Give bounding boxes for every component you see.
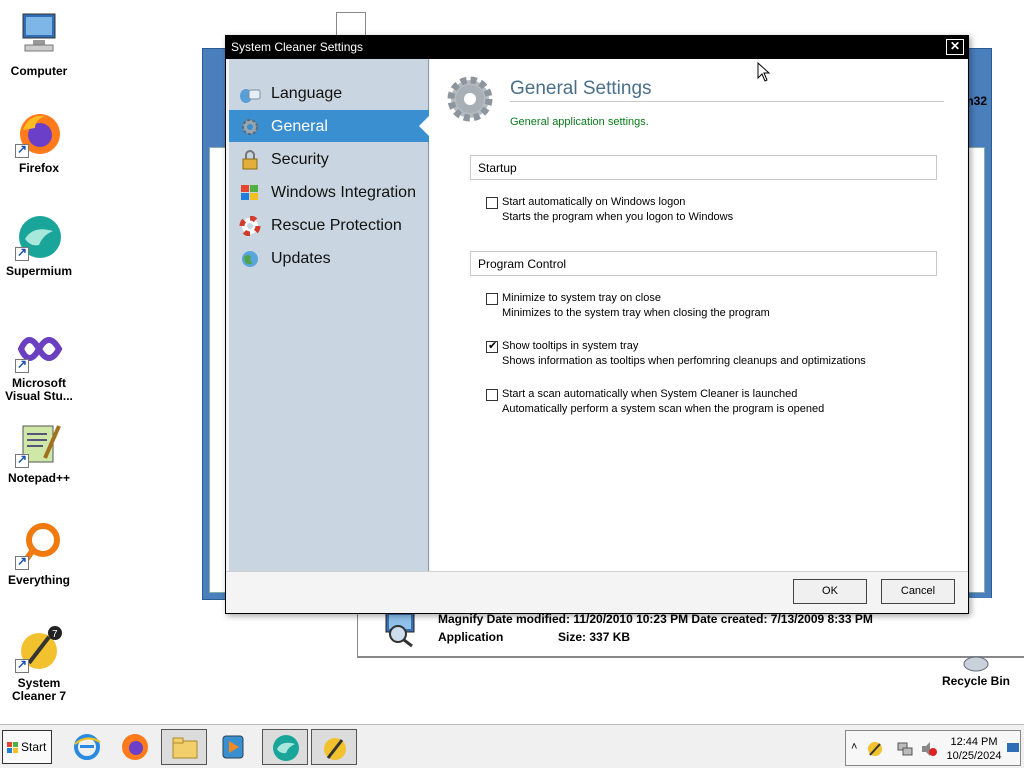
ok-button[interactable]: OK bbox=[793, 579, 867, 604]
show-desktop-icon[interactable] bbox=[1006, 741, 1020, 755]
sidebar-item-updates[interactable]: Updates bbox=[229, 242, 429, 274]
settings-dialog: System Cleaner Settings ✕ Language Gener… bbox=[225, 35, 969, 614]
taskbar-ie[interactable] bbox=[64, 729, 110, 765]
clock[interactable]: 12:44 PM 10/25/2024 bbox=[944, 735, 1004, 763]
desktop-icon-computer[interactable]: Computer bbox=[0, 10, 78, 78]
taskbar-media-player[interactable] bbox=[210, 729, 256, 765]
sidebar-item-label: Updates bbox=[271, 250, 331, 267]
cancel-button[interactable]: Cancel bbox=[881, 579, 955, 604]
system-cleaner-tray-icon[interactable] bbox=[866, 740, 884, 758]
desktop-icon-recycle-bin[interactable]: Recycle Bin bbox=[936, 655, 1016, 688]
desktop-icon-firefox[interactable]: Firefox bbox=[0, 110, 78, 175]
desktop-icon-system-cleaner[interactable]: 7 System Cleaner 7 bbox=[0, 625, 78, 703]
supermium-icon bbox=[273, 735, 299, 761]
taskbar: Start ˄ 12:44 PM 10/25/2024 bbox=[0, 724, 1024, 768]
option-label: Start a scan automatically when System C… bbox=[502, 388, 798, 400]
shortcut-arrow-icon bbox=[15, 357, 29, 373]
sidebar-item-label: Rescue Protection bbox=[271, 217, 402, 234]
sidebar-item-security[interactable]: Security bbox=[229, 143, 429, 175]
volume-muted-icon[interactable] bbox=[920, 740, 938, 758]
auto-scan-checkbox[interactable] bbox=[486, 389, 498, 401]
internet-explorer-icon bbox=[74, 734, 101, 760]
language-icon bbox=[240, 89, 261, 103]
gear-icon bbox=[242, 119, 258, 135]
shortcut-arrow-icon bbox=[15, 245, 29, 261]
desktop-icon-visual-studio[interactable]: Microsoft Visual Stu... bbox=[0, 325, 80, 403]
document-icon[interactable] bbox=[336, 12, 366, 36]
shortcut-arrow-icon bbox=[15, 657, 29, 673]
system-tray: ˄ 12:44 PM 10/25/2024 bbox=[845, 730, 1021, 766]
dialog-titlebar[interactable]: System Cleaner Settings ✕ bbox=[226, 36, 968, 59]
clock-time: 12:44 PM bbox=[950, 736, 998, 748]
group-header-program-control: Program Control bbox=[470, 251, 937, 276]
svg-text:7: 7 bbox=[52, 629, 58, 640]
recycle-bin-icon bbox=[963, 656, 989, 672]
computer-icon bbox=[22, 13, 56, 52]
sidebar-item-label: Language bbox=[271, 85, 343, 102]
title-divider bbox=[510, 101, 944, 102]
dialog-footer: OK Cancel bbox=[226, 571, 968, 613]
tooltips-checkbox[interactable] bbox=[486, 339, 498, 353]
sidebar-item-rescue-protection[interactable]: Rescue Protection bbox=[229, 209, 429, 241]
taskbar-system-cleaner[interactable] bbox=[311, 729, 357, 765]
autostart-checkbox[interactable] bbox=[486, 197, 498, 209]
sidebar-item-language[interactable]: Language bbox=[229, 77, 429, 109]
folder-icon bbox=[172, 737, 198, 759]
sidebar-item-label: Windows Integration bbox=[271, 184, 416, 201]
start-button[interactable]: Start bbox=[2, 730, 52, 764]
page-subtitle: General application settings. bbox=[510, 116, 649, 128]
sidebar-item-general[interactable]: General bbox=[229, 110, 430, 142]
firefox-icon bbox=[122, 734, 148, 760]
option-description: Automatically perform a system scan when… bbox=[502, 403, 825, 415]
group-label: Startup bbox=[478, 161, 517, 175]
taskbar-explorer[interactable] bbox=[161, 729, 207, 765]
option-label: Start automatically on Windows logon bbox=[502, 196, 686, 208]
lock-icon bbox=[242, 150, 258, 170]
sidebar-item-windows-integration[interactable]: Windows Integration bbox=[229, 176, 429, 208]
mouse-cursor-icon bbox=[757, 62, 771, 82]
start-label: Start bbox=[21, 740, 47, 754]
system-cleaner-icon bbox=[324, 738, 346, 760]
desktop-icon-notepadpp[interactable]: Notepad++ bbox=[0, 420, 78, 485]
windows-icon bbox=[241, 185, 258, 200]
group-label: Program Control bbox=[478, 257, 567, 271]
sidebar-item-label: General bbox=[271, 118, 328, 135]
clock-date: 10/25/2024 bbox=[946, 750, 1002, 762]
windows-flag-icon bbox=[7, 742, 18, 753]
show-hidden-icons-chevron-icon[interactable]: ˄ bbox=[851, 741, 857, 753]
shortcut-arrow-icon bbox=[15, 554, 29, 570]
magnify-icon bbox=[385, 611, 415, 648]
desktop-icon-everything[interactable]: Everything bbox=[0, 522, 78, 587]
page-title: General Settings bbox=[510, 78, 652, 99]
file-size: Size: 337 KB bbox=[558, 630, 631, 644]
desktop-icon-supermium[interactable]: Supermium bbox=[0, 213, 78, 278]
settings-sidebar: Language General Security Windows Integr… bbox=[229, 59, 430, 571]
option-label: Minimize to system tray on close bbox=[502, 292, 661, 304]
option-description: Minimizes to the system tray when closin… bbox=[502, 307, 770, 319]
file-type: Application bbox=[438, 630, 504, 644]
gear-icon bbox=[447, 76, 493, 122]
close-button[interactable]: ✕ bbox=[946, 39, 964, 55]
shortcut-arrow-icon bbox=[15, 452, 29, 468]
group-header-startup: Startup bbox=[470, 155, 937, 180]
option-label: Show tooltips in system tray bbox=[502, 340, 639, 352]
settings-content: General Settings General application set… bbox=[430, 59, 967, 571]
minimize-tray-checkbox[interactable] bbox=[486, 293, 498, 305]
option-description: Starts the program when you logon to Win… bbox=[502, 211, 734, 223]
lifebuoy-icon bbox=[239, 216, 261, 236]
media-player-icon bbox=[222, 735, 244, 759]
option-description: Shows information as tooltips when perfo… bbox=[502, 355, 866, 367]
globe-icon bbox=[242, 251, 258, 267]
taskbar-firefox[interactable] bbox=[112, 729, 158, 765]
shortcut-arrow-icon bbox=[15, 142, 29, 158]
network-icon[interactable] bbox=[896, 740, 914, 758]
dialog-title: System Cleaner Settings bbox=[231, 40, 364, 54]
taskbar-supermium[interactable] bbox=[262, 729, 308, 765]
sidebar-item-label: Security bbox=[271, 151, 329, 168]
